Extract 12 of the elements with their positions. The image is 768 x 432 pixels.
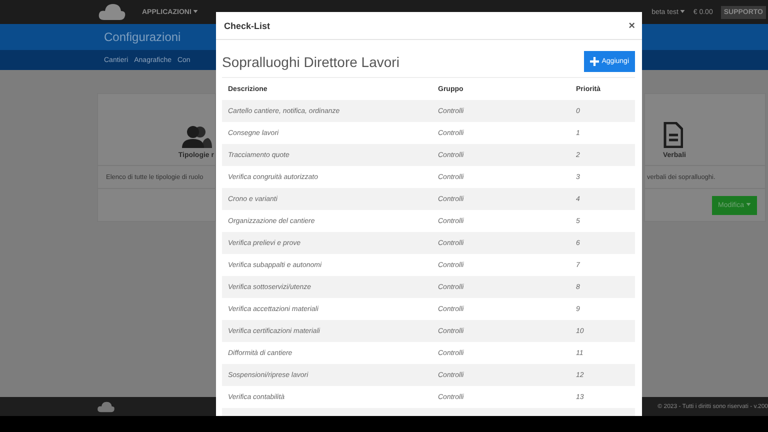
- users-icon: [182, 126, 212, 148]
- section-heading: Sopralluoghi Direttore Lavori: [222, 54, 400, 70]
- dialog-title: Check-List: [224, 20, 270, 30]
- plus-icon: [590, 57, 599, 66]
- cloud-logo-icon: [97, 400, 115, 412]
- document-icon: [663, 122, 683, 148]
- cloud-logo-icon[interactable]: [98, 3, 126, 21]
- caret-icon: [193, 10, 198, 14]
- page-title: Configurazioni: [104, 30, 181, 44]
- caret-icon: [746, 203, 751, 206]
- caret-icon: [680, 10, 686, 14]
- close-button[interactable]: ×: [628, 20, 635, 32]
